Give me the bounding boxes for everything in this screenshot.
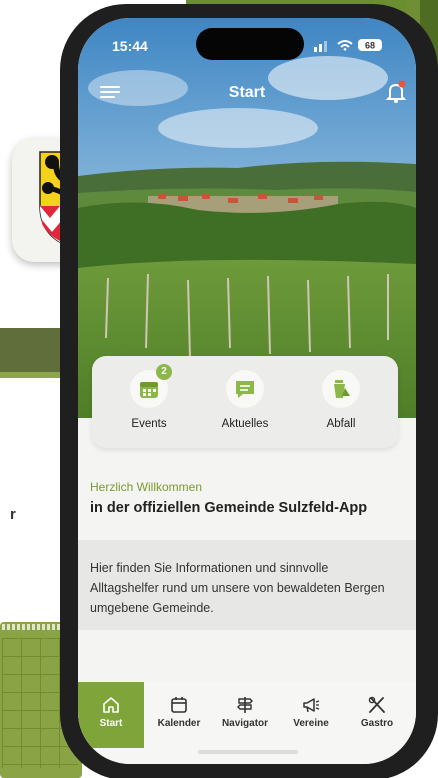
page-title: Start (228, 84, 266, 101)
welcome-subtitle: Herzlich Willkommen (90, 480, 203, 494)
app-screen: 15:44 68 Start 2 Events Aktuelles Abfall… (78, 18, 416, 764)
tab-label: Start (99, 718, 123, 729)
tab-kalender[interactable]: Kalender (146, 682, 212, 748)
status-icons: 68 (314, 38, 384, 52)
tab-label: Vereine (293, 718, 329, 729)
signpost-icon (237, 697, 253, 713)
status-time: 15:44 (112, 38, 148, 54)
cutlery-icon (368, 696, 385, 713)
calendar-icon (140, 382, 158, 398)
home-icon (103, 697, 119, 713)
tab-vereine[interactable]: Vereine (278, 682, 344, 748)
promo-stage: r 15:44 68 Start 2 Events Aktuelles Abfa… (0, 0, 438, 778)
wifi-icon (337, 40, 353, 51)
dynamic-island (196, 28, 304, 60)
bell-icon[interactable] (384, 80, 408, 104)
calendar-icon (171, 697, 187, 713)
signal-icon (314, 41, 327, 52)
tab-gastro[interactable]: Gastro (344, 682, 410, 748)
quick-action-abfall[interactable]: Abfall (296, 370, 386, 430)
home-indicator (198, 750, 298, 754)
quick-action-events[interactable]: 2 Events (104, 364, 194, 430)
trash-icon (334, 380, 350, 398)
tab-label: Navigator (221, 718, 269, 729)
notification-dot (398, 80, 406, 88)
quick-action-aktuelles[interactable]: Aktuelles (200, 370, 290, 430)
news-icon (236, 381, 254, 398)
info-box: Hier finden Sie Informationen und sinnvo… (78, 540, 416, 630)
quick-actions: 2 Events Aktuelles Abfall (92, 356, 398, 448)
battery-level: 68 (365, 41, 375, 51)
welcome-title: in der offiziellen Gemeinde Sulzfeld-App (90, 500, 368, 516)
info-text: Hier finden Sie Informationen und sinnvo… (90, 561, 385, 615)
side-text: r (10, 506, 16, 523)
tab-start[interactable]: Start (78, 682, 144, 748)
tab-label: Gastro (360, 718, 394, 729)
tab-navigator[interactable]: Navigator (212, 682, 278, 748)
quick-action-label: Abfall (326, 418, 356, 430)
quick-action-label: Events (131, 418, 167, 430)
tab-label: Kalender (157, 718, 201, 729)
quick-action-label: Aktuelles (221, 418, 269, 430)
events-badge: 2 (156, 364, 172, 380)
megaphone-icon (303, 698, 320, 713)
